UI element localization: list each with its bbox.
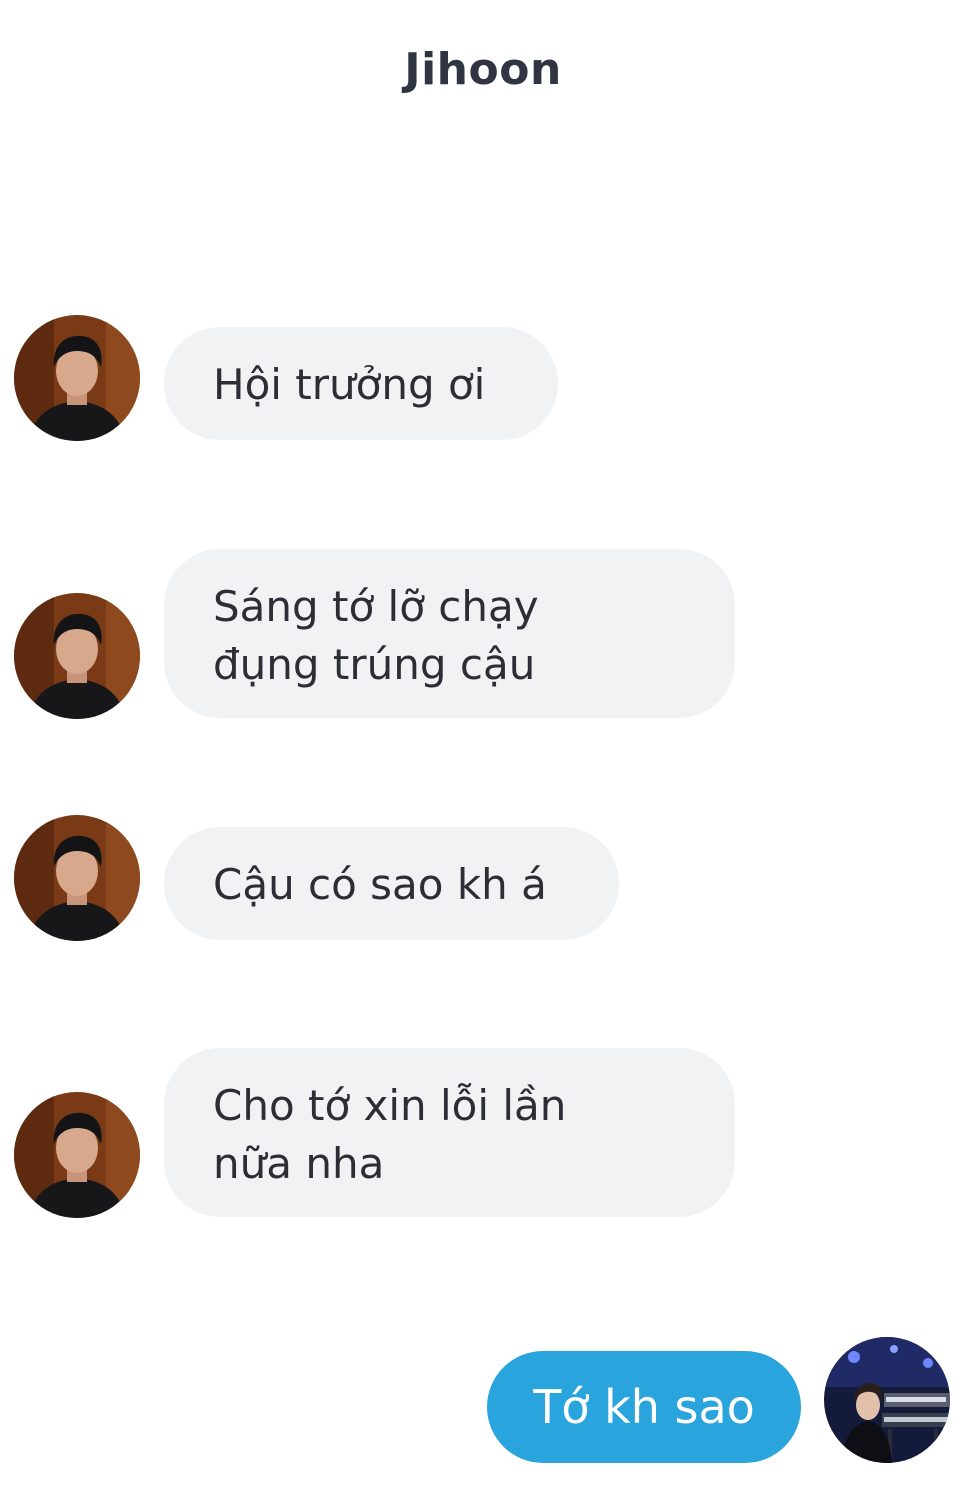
- message-bubble-incoming[interactable]: Cho tớ xin lỗi lần nữa nha: [164, 1048, 735, 1217]
- message-bubble-incoming[interactable]: Cậu có sao kh á: [164, 827, 619, 940]
- contact-avatar-icon[interactable]: [14, 593, 140, 719]
- chat-title: Jihoon: [404, 44, 562, 95]
- user-avatar-icon[interactable]: [824, 1337, 950, 1463]
- contact-avatar-icon[interactable]: [14, 1092, 140, 1218]
- message-bubble-incoming[interactable]: Sáng tớ lỡ chạy đụng trúng cậu: [164, 549, 735, 718]
- contact-avatar-icon[interactable]: [14, 315, 140, 441]
- message-bubble-incoming[interactable]: Hội trưởng ơi: [164, 327, 558, 440]
- message-bubble-outgoing[interactable]: Tớ kh sao: [487, 1351, 801, 1463]
- contact-avatar-icon[interactable]: [14, 815, 140, 941]
